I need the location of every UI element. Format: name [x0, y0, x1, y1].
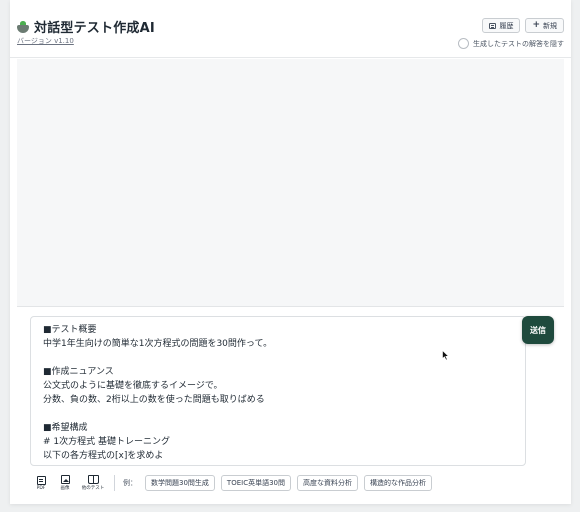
other-test-button[interactable]: 他のテスト: [80, 475, 106, 491]
header-buttons: 履歴 + 新規: [482, 18, 564, 33]
prompt-input[interactable]: ■テスト概要 中学1年生向けの簡単な1次方程式の問題を30問作って。 ■作成ニュ…: [30, 316, 526, 466]
new-button[interactable]: + 新規: [525, 18, 564, 33]
app-window: 対話型テスト作成AI バージョン v1.10 履歴 + 新規 生成したテストの解…: [10, 0, 571, 504]
image-icon: [60, 475, 70, 484]
composer-toolbar: PDF 画像 他のテスト 例： 数学問題30問生成 TOEIC英単語30問 高度…: [32, 472, 432, 494]
example-chip-toeic[interactable]: TOEIC英単語30問: [220, 475, 291, 491]
prompt-text[interactable]: ■テスト概要 中学1年生向けの簡単な1次方程式の問題を30問作って。 ■作成ニュ…: [31, 317, 525, 463]
image-upload-button[interactable]: 画像: [56, 475, 74, 491]
pdf-upload-button[interactable]: PDF: [32, 475, 50, 491]
hide-answers-toggle[interactable]: 生成したテストの解答を隠す: [458, 38, 564, 49]
example-chip-work-analysis[interactable]: 構造的な作品分析: [364, 475, 432, 491]
new-label: 新規: [543, 21, 557, 30]
hide-answers-label: 生成したテストの解答を隠す: [473, 39, 564, 48]
hide-answers-checkbox[interactable]: [458, 38, 469, 49]
pdf-icon: [36, 475, 46, 485]
pdf-label: PDF: [36, 485, 46, 491]
plus-icon: +: [532, 20, 540, 30]
book-icon: [87, 475, 99, 484]
send-button[interactable]: 送信: [522, 316, 554, 344]
chat-area: [17, 59, 564, 307]
title-row: 対話型テスト作成AI: [16, 17, 155, 36]
toolbar-divider: [114, 475, 115, 491]
examples-label: 例：: [123, 479, 137, 487]
mouse-cursor-icon: [442, 350, 450, 361]
app-title: 対話型テスト作成AI: [34, 21, 155, 36]
history-button[interactable]: 履歴: [482, 18, 521, 33]
example-chip-math[interactable]: 数学問題30問生成: [145, 475, 215, 491]
other-test-label: 他のテスト: [81, 486, 105, 491]
example-chip-analysis[interactable]: 高度な資料分析: [297, 475, 358, 491]
image-label: 画像: [60, 486, 70, 491]
history-label: 履歴: [499, 21, 514, 30]
header: 対話型テスト作成AI バージョン v1.10 履歴 + 新規 生成したテストの解…: [10, 0, 571, 58]
history-icon: [489, 22, 497, 29]
pot-logo-icon: [16, 20, 30, 34]
version-link[interactable]: バージョン v1.10: [17, 36, 74, 46]
